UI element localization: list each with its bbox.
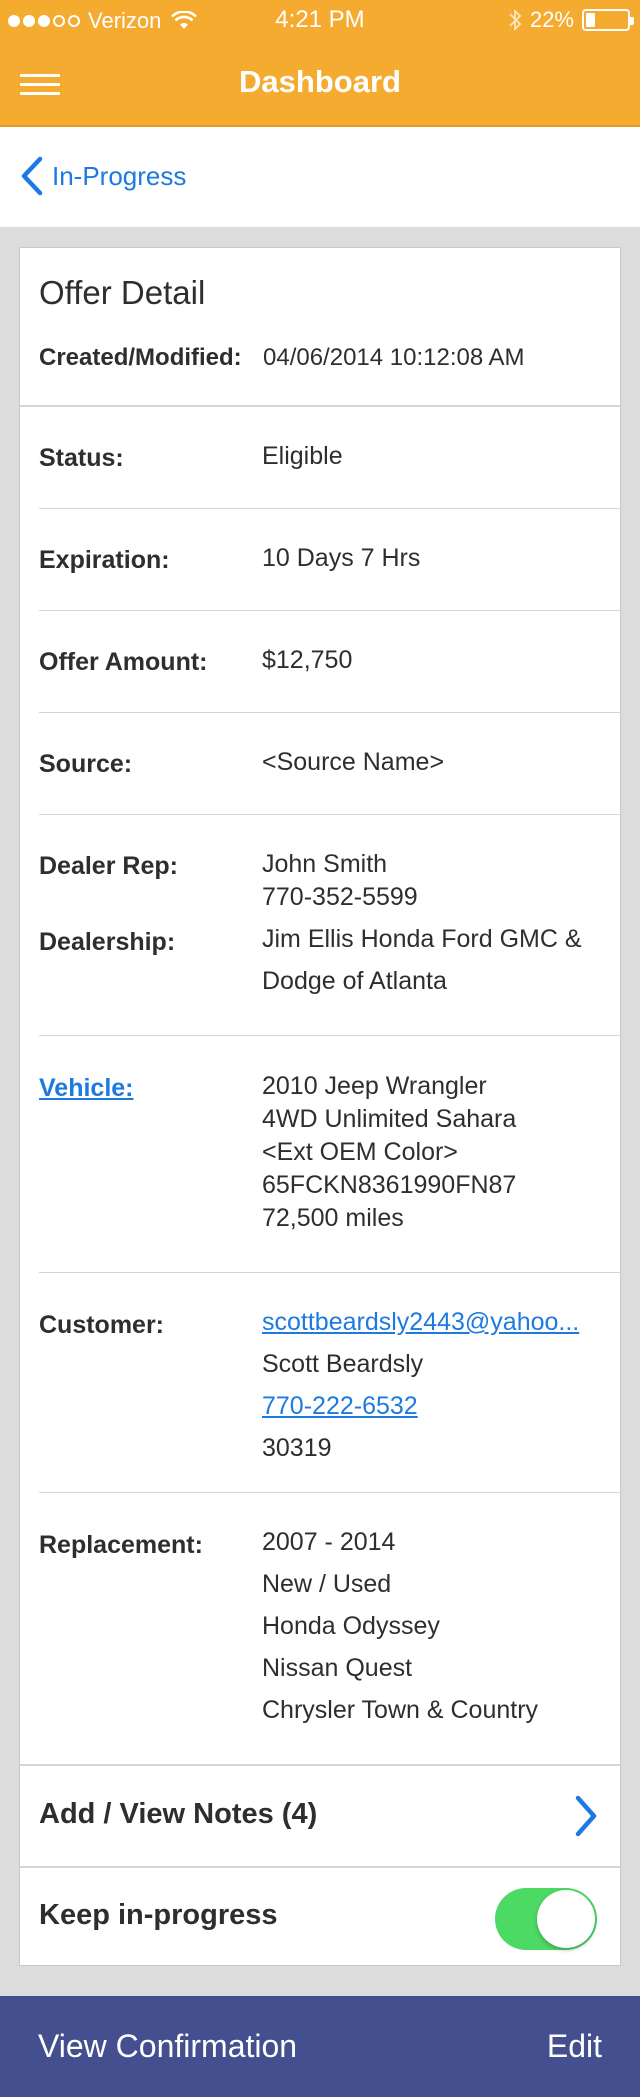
created-label: Created/Modified: <box>39 344 242 371</box>
dealer-rep-label: Dealer Rep: <box>39 852 178 880</box>
notes-label: Add / View Notes (4) <box>39 1798 318 1830</box>
page-title: Dashboard <box>239 64 401 99</box>
dealer-rep-phone: 770-352-5599 <box>262 883 418 911</box>
add-view-notes-row[interactable]: Add / View Notes (4) <box>20 1766 620 1866</box>
dealer-rep-value: John Smith 770-352-5599 <box>262 848 418 914</box>
vehicle-line: <Ext OEM Color> <box>262 1138 458 1166</box>
vehicle-line: 4WD Unlimited Sahara <box>262 1105 517 1133</box>
bluetooth-icon <box>509 8 522 32</box>
edit-button[interactable]: Edit <box>547 2028 602 2065</box>
replacement-line: Chrysler Town & Country <box>262 1696 539 1724</box>
vehicle-line: 72,500 miles <box>262 1204 404 1232</box>
divider <box>39 1492 620 1493</box>
divider <box>39 508 620 509</box>
status-label: Status: <box>39 444 124 472</box>
dealership-line: Jim Ellis Honda Ford GMC & <box>262 925 582 953</box>
expiration-value: 10 Days 7 Hrs <box>262 544 421 572</box>
source-value: <Source Name> <box>262 748 445 776</box>
offer-amount-label: Offer Amount: <box>39 648 208 676</box>
vehicle-line: 2010 Jeep Wrangler <box>262 1072 487 1100</box>
expiration-label: Expiration: <box>39 546 170 574</box>
customer-value: scottbeardsly2443@yahoo... Scott Beardsl… <box>262 1301 579 1469</box>
offer-detail-card: Offer Detail Created/Modified: 04/06/201… <box>19 247 621 1966</box>
replacement-value: 2007 - 2014 New / Used Honda Odyssey Nis… <box>262 1521 538 1731</box>
status-bar-right: 22% <box>508 7 634 33</box>
created-value: 04/06/2014 10:12:08 AM <box>263 344 525 371</box>
dealership-value: Jim Ellis Honda Ford GMC & Dodge of Atla… <box>262 918 582 1002</box>
replacement-line: 2007 - 2014 <box>262 1528 396 1556</box>
divider <box>39 610 620 611</box>
customer-label: Customer: <box>39 1311 165 1339</box>
dealership-line: Dodge of Atlanta <box>262 967 447 995</box>
replacement-line: New / Used <box>262 1570 392 1598</box>
customer-email-link[interactable]: scottbeardsly2443@yahoo... <box>262 1301 579 1343</box>
vehicle-link[interactable]: Vehicle: <box>39 1074 134 1102</box>
vehicle-value: 2010 Jeep Wrangler 4WD Unlimited Sahara … <box>262 1070 516 1235</box>
divider <box>20 405 620 407</box>
keep-in-progress-toggle[interactable] <box>495 1888 597 1950</box>
card-title: Offer Detail <box>39 274 206 311</box>
vehicle-label[interactable]: Vehicle: <box>39 1074 134 1103</box>
created-modified-row: Created/Modified: 04/06/2014 10:12:08 AM <box>39 344 525 372</box>
back-button[interactable]: In-Progress <box>18 155 186 197</box>
status-bar: Verizon 4:21 PM 22% <box>0 0 640 40</box>
replacement-line: Honda Odyssey <box>262 1612 440 1640</box>
replacement-line: Nissan Quest <box>262 1654 413 1682</box>
chevron-right-icon <box>575 1795 597 1837</box>
vehicle-line: 65FCKN8361990FN87 <box>262 1171 517 1199</box>
back-bar: In-Progress <box>0 127 640 227</box>
customer-name: Scott Beardsly <box>262 1350 424 1378</box>
chevron-left-icon <box>21 156 43 196</box>
battery-icon <box>582 9 634 31</box>
back-label: In-Progress <box>52 160 187 191</box>
status-value: Eligible <box>262 442 343 470</box>
customer-phone-link[interactable]: 770-222-6532 <box>262 1392 418 1420</box>
dealership-label: Dealership: <box>39 928 176 956</box>
view-confirmation-button[interactable]: View Confirmation <box>38 2028 297 2065</box>
divider <box>39 712 620 713</box>
keep-in-progress-row: Keep in-progress <box>20 1868 620 1966</box>
dealer-rep-name: John Smith <box>262 850 388 878</box>
divider <box>39 1035 620 1036</box>
divider <box>39 1272 620 1273</box>
customer-zip: 30319 <box>262 1434 332 1462</box>
app-header: Verizon 4:21 PM 22% Dashboard <box>0 0 640 127</box>
keep-in-progress-label: Keep in-progress <box>39 1899 278 1931</box>
replacement-label: Replacement: <box>39 1531 203 1559</box>
divider <box>39 814 620 815</box>
source-label: Source: <box>39 750 133 778</box>
footer-bar: View Confirmation Edit <box>0 1996 640 2097</box>
toggle-knob <box>537 1890 595 1948</box>
battery-percent: 22% <box>529 7 574 32</box>
offer-amount-value: $12,750 <box>262 646 353 674</box>
